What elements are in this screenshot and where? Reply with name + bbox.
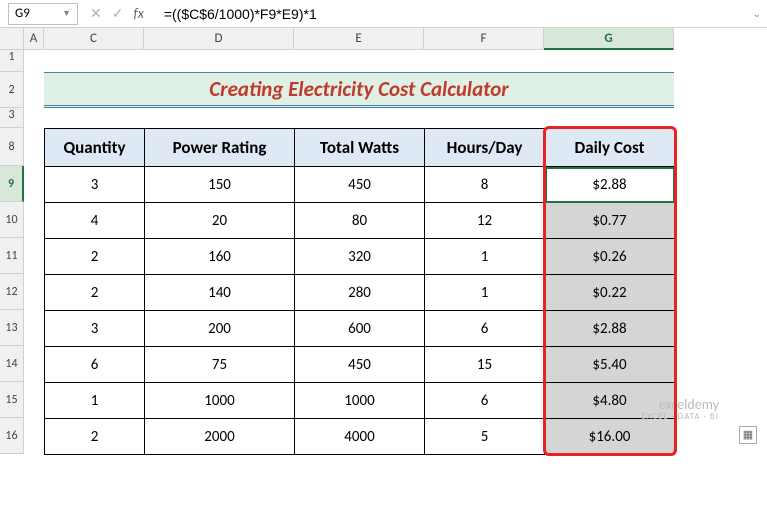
header-cost[interactable]: Daily Cost: [545, 129, 675, 167]
cell-cost[interactable]: $0.77: [545, 203, 675, 239]
cell-hours[interactable]: 1: [425, 239, 545, 275]
cell-hours[interactable]: 12: [425, 203, 545, 239]
dropdown-icon[interactable]: ▼: [62, 8, 71, 19]
row-header-1[interactable]: 1: [0, 50, 24, 72]
autofill-options-icon[interactable]: ▦: [739, 426, 757, 444]
watermark-sub: EXCEL · DATA · BI: [642, 412, 719, 422]
row-header-10[interactable]: 10: [0, 202, 24, 238]
col-header-A[interactable]: A: [24, 28, 44, 50]
cell-hours[interactable]: 5: [425, 419, 545, 455]
cell-qty[interactable]: 1: [45, 383, 145, 419]
fx-icon[interactable]: fx: [133, 5, 143, 22]
col-header-E[interactable]: E: [294, 28, 424, 50]
cell-qty[interactable]: 3: [45, 167, 145, 203]
header-watts[interactable]: Total Watts: [295, 129, 425, 167]
watermark-main: exceldemy: [642, 397, 719, 412]
cell-cost[interactable]: $2.88: [545, 311, 675, 347]
column-headers: A C D E F G: [24, 28, 674, 50]
cell-watts[interactable]: 1000: [295, 383, 425, 419]
cell-power[interactable]: 160: [145, 239, 295, 275]
cell-cost[interactable]: $0.22: [545, 275, 675, 311]
cell-hours[interactable]: 15: [425, 347, 545, 383]
row-header-13[interactable]: 13: [0, 310, 24, 346]
cell-cost[interactable]: $16.00: [545, 419, 675, 455]
cell-power[interactable]: 140: [145, 275, 295, 311]
cells-area[interactable]: Creating Electricity Cost Calculator Qua…: [24, 50, 767, 454]
cell-power[interactable]: 1000: [145, 383, 295, 419]
row-headers: 1 2 3 8 9 10 11 12 13 14 15 16: [0, 50, 24, 454]
cell-power[interactable]: 2000: [145, 419, 295, 455]
name-box-value: G9: [15, 6, 30, 21]
formula-input[interactable]: [160, 4, 753, 24]
cancel-icon[interactable]: ✕: [90, 5, 102, 22]
header-power[interactable]: Power Rating: [145, 129, 295, 167]
col-header-C[interactable]: C: [44, 28, 144, 50]
cell-power[interactable]: 150: [145, 167, 295, 203]
cell-power[interactable]: 20: [145, 203, 295, 239]
cell-qty[interactable]: 4: [45, 203, 145, 239]
confirm-icon[interactable]: ✓: [112, 5, 124, 22]
cell-qty[interactable]: 3: [45, 311, 145, 347]
cell-qty[interactable]: 2: [45, 419, 145, 455]
cell-power[interactable]: 200: [145, 311, 295, 347]
cell-hours[interactable]: 6: [425, 311, 545, 347]
cell-cost[interactable]: $5.40: [545, 347, 675, 383]
row-header-14[interactable]: 14: [0, 346, 24, 382]
cell-cost[interactable]: $0.26: [545, 239, 675, 275]
row-header-8[interactable]: 8: [0, 128, 24, 166]
cell-watts[interactable]: 4000: [295, 419, 425, 455]
cell-watts[interactable]: 80: [295, 203, 425, 239]
row-header-15[interactable]: 15: [0, 382, 24, 418]
cell-qty[interactable]: 6: [45, 347, 145, 383]
row-header-9[interactable]: 9: [0, 166, 24, 202]
cell-watts[interactable]: 320: [295, 239, 425, 275]
name-box[interactable]: G9 ▼: [8, 3, 78, 25]
formula-bar-buttons: ✕ ✓ fx: [78, 5, 160, 22]
col-header-D[interactable]: D: [144, 28, 294, 50]
row-header-16[interactable]: 16: [0, 418, 24, 454]
cell-cost-selected[interactable]: $2.88: [545, 167, 675, 203]
header-hours[interactable]: Hours/Day: [425, 129, 545, 167]
row-header-2[interactable]: 2: [0, 72, 24, 108]
col-header-G[interactable]: G: [544, 28, 674, 50]
col-header-F[interactable]: F: [424, 28, 544, 50]
formula-bar: G9 ▼ ✕ ✓ fx ⌄: [0, 0, 767, 28]
row-header-12[interactable]: 12: [0, 274, 24, 310]
cell-hours[interactable]: 6: [425, 383, 545, 419]
cell-hours[interactable]: 1: [425, 275, 545, 311]
cell-watts[interactable]: 450: [295, 167, 425, 203]
worksheet-grid: A C D E F G 1 2 3 8 9 10 11 12 13 14 15 …: [0, 28, 767, 454]
sheet-title[interactable]: Creating Electricity Cost Calculator: [44, 72, 674, 108]
expand-icon[interactable]: ⌄: [753, 7, 761, 20]
cell-watts[interactable]: 600: [295, 311, 425, 347]
cell-hours[interactable]: 8: [425, 167, 545, 203]
cell-watts[interactable]: 450: [295, 347, 425, 383]
cell-qty[interactable]: 2: [45, 275, 145, 311]
watermark: exceldemy EXCEL · DATA · BI: [642, 397, 719, 422]
cell-watts[interactable]: 280: [295, 275, 425, 311]
cell-power[interactable]: 75: [145, 347, 295, 383]
select-all-corner[interactable]: [0, 28, 24, 50]
data-table: Quantity Power Rating Total Watts Hours/…: [44, 128, 675, 455]
cell-qty[interactable]: 2: [45, 239, 145, 275]
header-quantity[interactable]: Quantity: [45, 129, 145, 167]
row-header-11[interactable]: 11: [0, 238, 24, 274]
row-header-3[interactable]: 3: [0, 108, 24, 128]
